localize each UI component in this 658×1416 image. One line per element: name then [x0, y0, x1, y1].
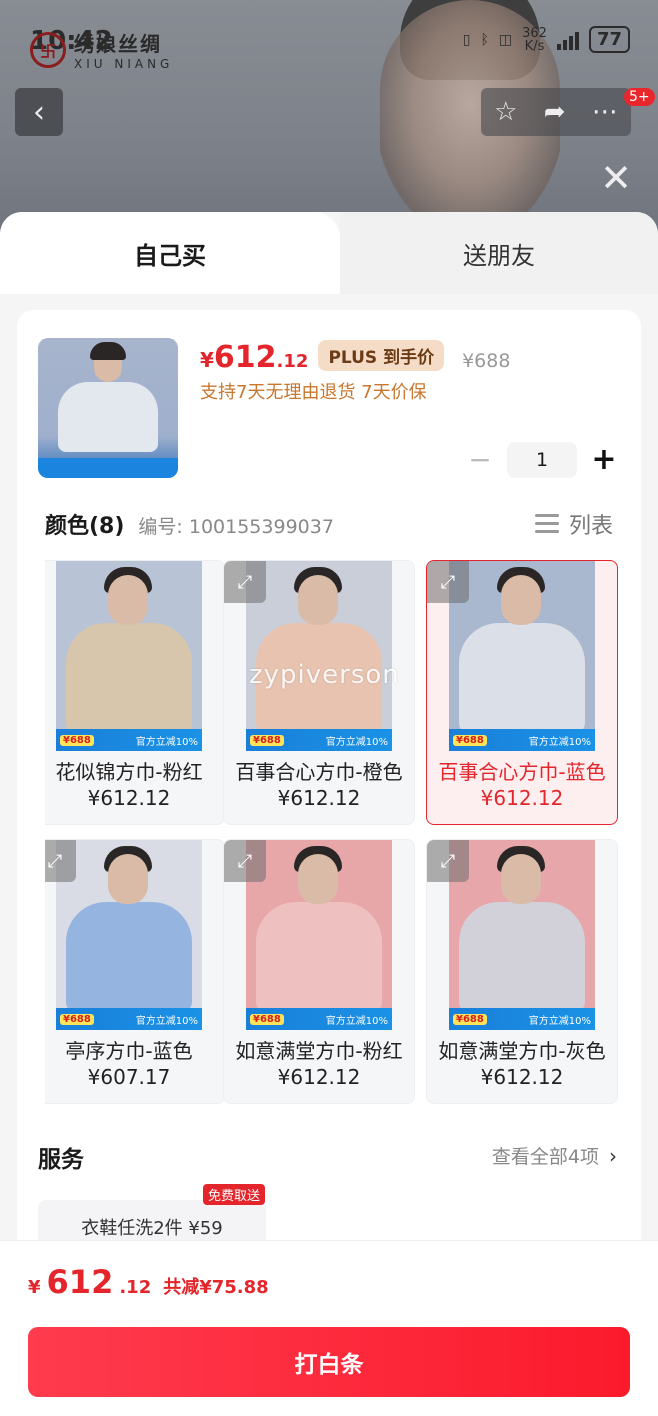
chevron-right-icon: ›: [609, 1143, 617, 1168]
message-badge: 5+: [624, 88, 655, 106]
increase-quantity-button[interactable]: +: [591, 445, 617, 475]
swatch-label: 如意满堂方巾-粉红 ¥612.12: [235, 1039, 403, 1089]
chevron-left-icon: ‹: [33, 94, 45, 130]
swatch-label: 如意满堂方巾-灰色 ¥612.12: [438, 1039, 606, 1089]
status-bar-right: ▯ ᛒ ◫ 362 K/s 77: [463, 26, 630, 53]
original-price: ¥688: [462, 350, 511, 372]
swatch-label: 百事合心方巾-蓝色 ¥612.12: [438, 760, 606, 810]
swatch-label: 花似锦方巾-粉红 ¥612.12: [55, 760, 203, 810]
brand-logo-icon: 卐: [30, 31, 66, 68]
vibrate-icon: ▯: [462, 31, 471, 48]
network-speed: 362 K/s: [522, 25, 547, 54]
swatch-image: ¥688 官方立减10%: [449, 561, 595, 751]
color-section-header: 颜色(8) 编号: 100155399037: [45, 508, 334, 540]
brand-name-en: XIU NIANG: [74, 57, 174, 71]
list-toggle-label: 列表: [568, 514, 613, 539]
product-thumbnail[interactable]: [38, 338, 178, 478]
purchase-sheet: 送朋友 自己买 ¥612.12 PLUS 到手价 ¥688 支持7天无理由退货 …: [0, 212, 658, 1416]
swatch-image: ¥688 官方立减10%: [56, 840, 202, 1030]
color-swatch[interactable]: ¥688 官方立减10% ⤢ 亭序方巾-蓝色 ¥607.17: [45, 839, 225, 1104]
color-swatch[interactable]: ¥688 官方立减10% ⤢ 如意满堂方巾-灰色 ¥612.12: [426, 839, 618, 1104]
expand-icon[interactable]: ⤢: [427, 561, 469, 603]
swatch-image: ¥688 官方立减10%: [56, 561, 202, 751]
list-view-toggle[interactable]: 列表: [534, 508, 613, 540]
brand-logo-block: 卐 绣娘丝绸 XIU NIANG: [30, 28, 173, 71]
view-all-services-link[interactable]: 查看全部4项 ›: [492, 1142, 617, 1169]
expand-icon[interactable]: ⤢: [427, 840, 469, 882]
expand-icon[interactable]: ⤢: [224, 840, 266, 882]
top-action-bar: ☆ ➦ ⋯: [481, 88, 631, 136]
signal-icon: [556, 30, 579, 50]
color-swatch[interactable]: ¥688 官方立减10% ⤢ 百事合心方巾-橙色 ¥612.12: [223, 560, 415, 825]
view-all-label: 查看全部4项: [491, 1146, 599, 1168]
brand-name-cn: 绣娘丝绸: [74, 32, 162, 56]
color-swatch[interactable]: ¥688 官方立减10% 花似锦方巾-粉红 ¥612.12: [45, 560, 225, 825]
quantity-stepper: − 1 +: [467, 442, 617, 478]
expand-icon[interactable]: ⤢: [224, 561, 266, 603]
guarantee-text: 支持7天无理由退货 7天价保: [200, 382, 427, 403]
total-saving: 共减¥75.88: [163, 1277, 269, 1298]
nfc-icon: ◫: [498, 31, 513, 48]
product-code: 编号: 100155399037: [138, 516, 334, 538]
plus-price-tag: PLUS 到手价: [318, 340, 445, 371]
total-dec: .12: [119, 1277, 152, 1298]
color-swatch[interactable]: ¥688 官方立减10% ⤢ 百事合心方巾-蓝色 ¥612.12: [426, 560, 618, 825]
checkout-bar: ¥612.12 共减¥75.88 打白条: [0, 1240, 658, 1416]
swatch-label: 百事合心方巾-橙色 ¥612.12: [235, 760, 403, 810]
swatch-label: 亭序方巾-蓝色 ¥607.17: [65, 1039, 193, 1089]
battery-indicator: 77: [588, 26, 630, 53]
close-icon[interactable]: ✕: [598, 159, 634, 197]
quantity-value[interactable]: 1: [507, 442, 577, 478]
more-icon[interactable]: ⋯: [592, 97, 618, 127]
swatch-image: ¥688 官方立减10%: [246, 840, 392, 1030]
current-price: ¥612.12: [200, 340, 309, 375]
purchase-tabs: 送朋友 自己买: [0, 212, 658, 294]
total-int: 612: [46, 1263, 114, 1301]
expand-icon[interactable]: ⤢: [45, 840, 76, 882]
total-currency: ¥: [28, 1277, 41, 1298]
watermark-text: zypiverson: [249, 660, 400, 690]
favorite-star-icon[interactable]: ☆: [494, 97, 517, 127]
back-button[interactable]: ‹: [15, 88, 63, 136]
swatch-image: ¥688 官方立减10%: [449, 840, 595, 1030]
sku-card: ¥612.12 PLUS 到手价 ¥688 支持7天无理由退货 7天价保 − 1…: [17, 310, 641, 1330]
service-title: 服务: [38, 1147, 84, 1173]
color-title: 颜色(8): [45, 514, 125, 539]
swatch-image: ¥688 官方立减10%: [246, 561, 392, 751]
tab-buy-self[interactable]: 自己买: [0, 212, 340, 294]
price-row: ¥612.12 PLUS 到手价 ¥688: [200, 340, 510, 375]
baitiao-pay-button[interactable]: 打白条: [28, 1327, 630, 1397]
total-price-row: ¥612.12 共减¥75.88: [28, 1263, 269, 1301]
list-icon: [534, 513, 559, 535]
free-pickup-badge: 免费取送: [203, 1184, 266, 1205]
bluetooth-icon: ᛒ: [480, 31, 489, 48]
tab-gift-friend[interactable]: 送朋友: [340, 212, 658, 294]
decrease-quantity-button[interactable]: −: [467, 446, 493, 474]
color-swatch-grid: ¥688 官方立减10% 花似锦方巾-粉红 ¥612.12 ¥688 官方立减10% ⤢ 百…: [45, 560, 625, 1106]
share-icon[interactable]: ➦: [544, 97, 566, 127]
color-swatch[interactable]: ¥688 官方立减10% ⤢ 如意满堂方巾-粉红 ¥612.12: [223, 839, 415, 1104]
